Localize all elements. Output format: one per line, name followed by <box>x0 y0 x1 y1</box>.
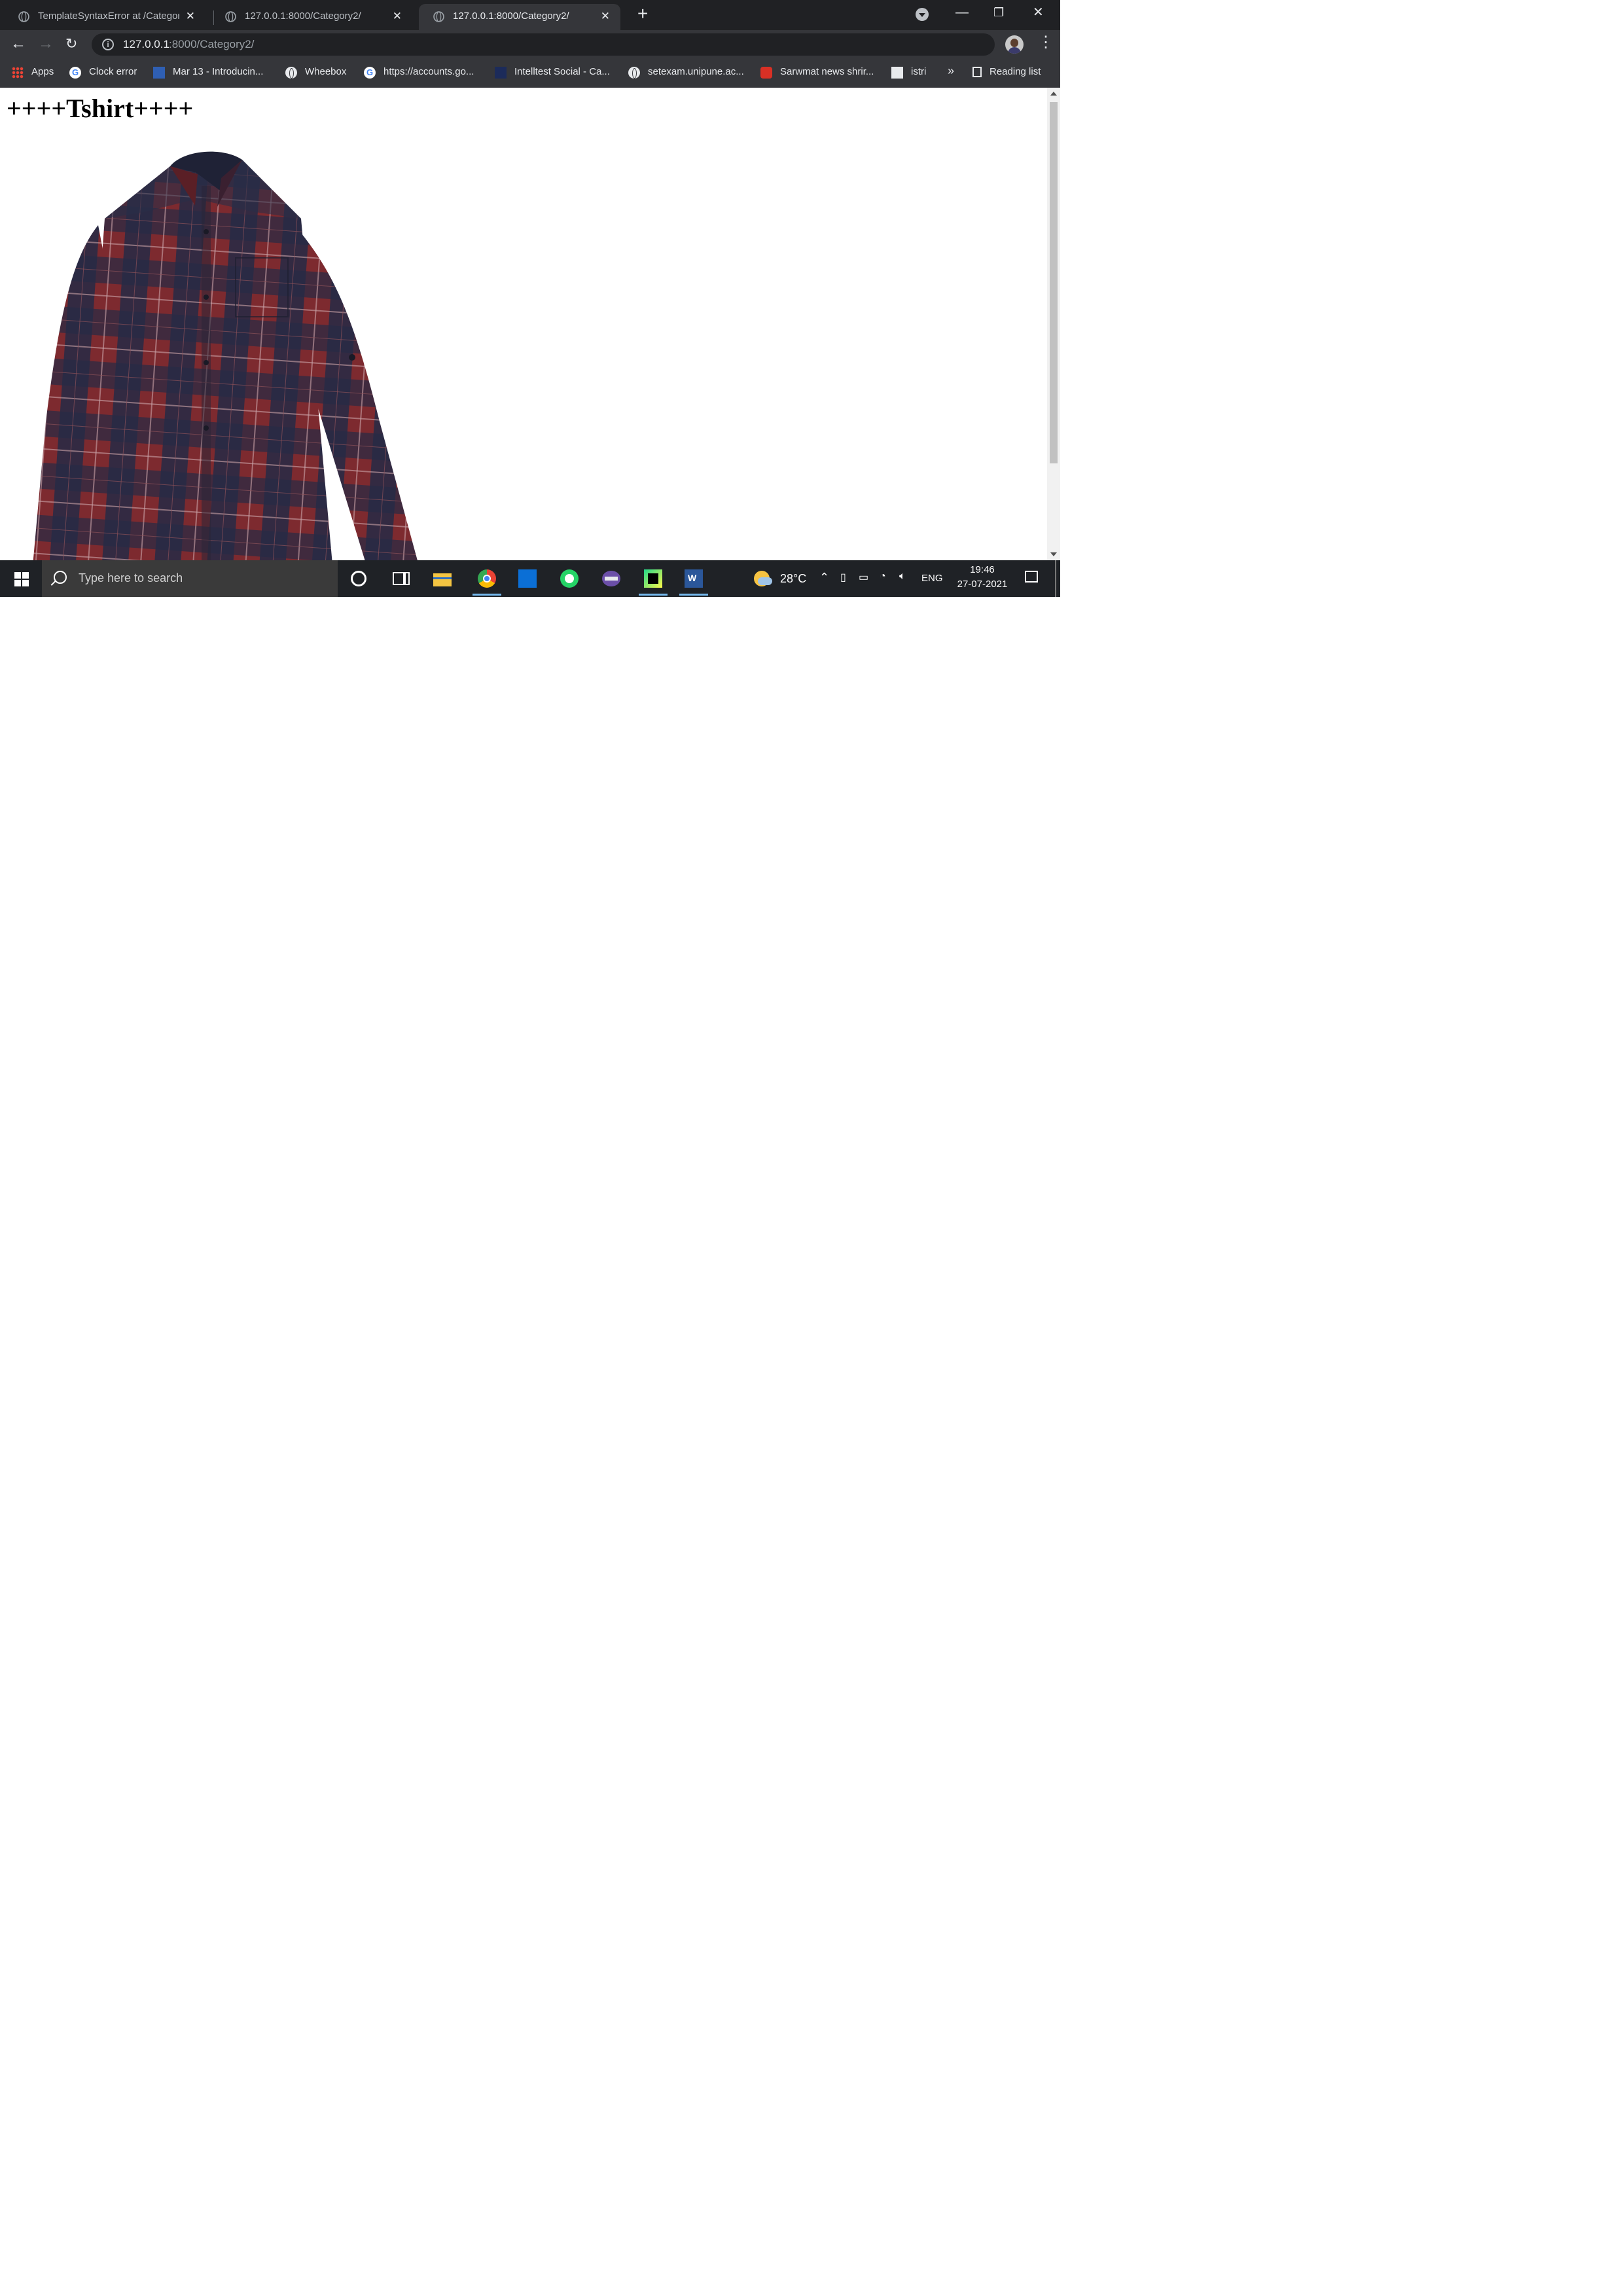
windows-taskbar: Type here to search W 28°C ⌃ ▯ ▭ ◔ 🔈︎ EN… <box>0 560 1060 597</box>
site-icon <box>760 67 772 79</box>
close-icon[interactable]: ✕ <box>393 10 402 23</box>
tab-template-syntax-error[interactable]: TemplateSyntaxError at /Category2/ ✕ <box>4 4 205 30</box>
screen: TemplateSyntaxError at /Category2/ ✕ 127… <box>0 0 1060 597</box>
bookmark-label: Sarwmat news shrir... <box>780 66 874 77</box>
address-bar[interactable]: i 127.0.0.1 :8000/Category2/ ☆ <box>92 33 995 56</box>
product-image-shirt[interactable] <box>26 147 432 560</box>
weather-temperature: 28°C <box>780 572 807 585</box>
kebab-menu-icon[interactable]: ⋮ <box>1038 33 1054 52</box>
scrollbar-thumb[interactable] <box>1050 102 1058 463</box>
apps-grid-icon <box>12 67 24 79</box>
battery-icon[interactable]: ▭ <box>859 571 868 584</box>
browser-toolbar: ← → ↻ i 127.0.0.1 :8000/Category2/ ☆ ⋮ <box>0 30 1060 58</box>
reading-list-icon <box>972 67 982 77</box>
tab-category2-active[interactable]: 127.0.0.1:8000/Category2/ ✕ <box>419 4 620 30</box>
tab-search-icon[interactable] <box>916 8 929 21</box>
tab-category2[interactable]: 127.0.0.1:8000/Category2/ ✕ <box>211 4 412 30</box>
page-title: ++++Tshirt++++ <box>7 94 194 123</box>
chevron-up-icon[interactable]: ⌃ <box>819 571 829 584</box>
bookmark-label: Wheebox <box>305 66 347 77</box>
close-icon[interactable]: ✕ <box>601 10 610 23</box>
taskbar-search-box[interactable]: Type here to search <box>42 560 338 597</box>
site-icon <box>153 67 165 79</box>
site-info-icon[interactable]: i <box>102 39 114 50</box>
scroll-up-icon[interactable] <box>1050 92 1057 96</box>
globe-icon <box>18 11 29 22</box>
google-icon: G <box>69 67 81 79</box>
bookmark-label: istri <box>911 66 927 77</box>
media-app-icon[interactable] <box>601 568 622 589</box>
notification-icon[interactable] <box>1025 571 1038 583</box>
bookmark-label: Apps <box>31 66 54 77</box>
wifi-icon[interactable]: ◔ <box>880 571 886 583</box>
browser-tab-strip: TemplateSyntaxError at /Category2/ ✕ 127… <box>0 0 1060 30</box>
scroll-down-icon[interactable] <box>1050 552 1057 556</box>
site-icon <box>495 67 507 79</box>
clock-date[interactable]: 27-07-2021 <box>952 579 1013 590</box>
calendar-app-icon[interactable] <box>517 568 538 589</box>
close-icon[interactable]: ✕ <box>186 10 195 23</box>
globe-icon <box>225 11 236 22</box>
minimize-icon[interactable]: — <box>955 3 969 22</box>
word-icon[interactable]: W <box>679 568 708 596</box>
google-icon: G <box>364 67 376 79</box>
windows-start-icon[interactable] <box>14 572 29 586</box>
site-icon <box>891 67 903 79</box>
whatsapp-icon[interactable] <box>559 568 580 589</box>
tab-title: TemplateSyntaxError at /Category2/ <box>38 10 179 22</box>
profile-avatar[interactable] <box>1005 35 1024 54</box>
globe-icon <box>285 67 297 79</box>
clock-time[interactable]: 19:46 <box>966 564 999 575</box>
bookmark-label: Mar 13 - Introducin... <box>173 66 264 77</box>
search-icon <box>54 571 67 584</box>
show-desktop-button[interactable] <box>1055 560 1056 597</box>
task-view-icon[interactable] <box>390 568 411 589</box>
reading-list-label: Reading list <box>990 66 1041 77</box>
url-host: 127.0.0.1 <box>123 38 169 50</box>
more-bookmarks-button[interactable]: » <box>948 64 954 78</box>
new-tab-button[interactable]: + <box>637 4 648 24</box>
restore-icon[interactable]: ❐ <box>993 3 1004 22</box>
search-placeholder: Type here to search <box>79 571 183 584</box>
close-window-icon[interactable]: ✕ <box>1033 3 1044 22</box>
bookmark-label: Clock error <box>89 66 137 77</box>
page-viewport: ++++Tshirt++++ <box>0 88 1047 560</box>
chrome-icon[interactable] <box>473 568 501 596</box>
page-scrollbar[interactable] <box>1047 88 1060 560</box>
bookmark-label: setexam.unipune.ac... <box>648 66 744 77</box>
globe-icon <box>433 11 444 22</box>
bookmark-label: https://accounts.go... <box>383 66 474 77</box>
reload-icon[interactable]: ↻ <box>65 34 77 54</box>
back-icon[interactable]: ← <box>10 34 26 54</box>
tab-title: 127.0.0.1:8000/Category2/ <box>245 10 361 22</box>
tab-title: 127.0.0.1:8000/Category2/ <box>453 10 569 22</box>
cortana-icon[interactable] <box>348 568 369 589</box>
pycharm-icon[interactable] <box>639 568 668 596</box>
volume-icon[interactable]: 🔈︎ <box>899 571 906 583</box>
globe-icon <box>628 67 640 79</box>
bookmarks-bar: Apps G Clock error Mar 13 - Introducin..… <box>0 58 1060 88</box>
url-path: :8000/Category2/ <box>169 38 255 50</box>
file-explorer-icon[interactable] <box>432 568 453 589</box>
bookmark-label: Intelltest Social - Ca... <box>514 66 610 77</box>
device-icon[interactable]: ▯ <box>840 571 846 584</box>
language-indicator[interactable]: ENG <box>921 573 943 584</box>
forward-icon[interactable]: → <box>38 34 54 54</box>
